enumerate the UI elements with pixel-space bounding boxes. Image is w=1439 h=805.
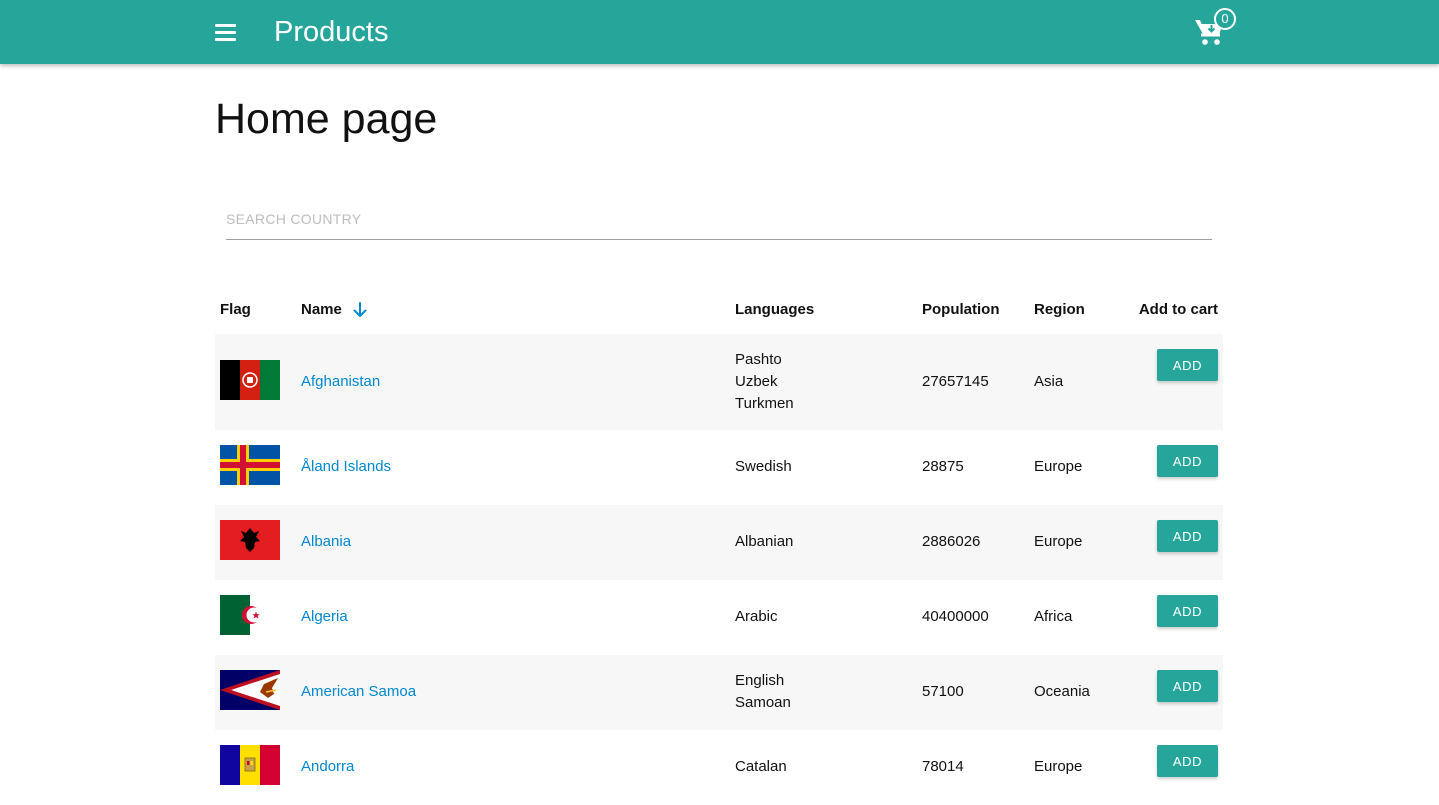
languages-cell: Catalan (735, 756, 787, 778)
table-row: American Samoa English Samoan 57100 Ocea… (215, 655, 1223, 730)
app-title: Products (274, 16, 389, 48)
table-row: Afghanistan Pashto Uzbek Turkmen 2765714… (215, 334, 1223, 430)
population-cell: 28875 (922, 458, 964, 475)
population-cell: 57100 (922, 683, 964, 700)
hamburger-menu-icon[interactable] (212, 18, 240, 46)
header-add-to-cart: Add to cart (1138, 301, 1218, 318)
language-item: Arabic (735, 608, 778, 625)
language-item: Pashto (735, 351, 782, 368)
region-cell: Oceania (1034, 683, 1090, 700)
country-link[interactable]: American Samoa (301, 681, 416, 703)
table-body: Afghanistan Pashto Uzbek Turkmen 2765714… (215, 334, 1223, 805)
languages-cell: Albanian (735, 531, 793, 553)
header-languages: Languages (735, 301, 815, 318)
language-item: Catalan (735, 758, 787, 775)
afghanistan-flag-icon (220, 360, 280, 400)
language-item: Swedish (735, 458, 792, 475)
add-to-cart-button[interactable]: ADD (1157, 670, 1218, 702)
region-cell: Europe (1034, 758, 1083, 775)
languages-cell: Swedish (735, 456, 792, 478)
language-item: Samoan (735, 694, 791, 711)
table-header: Flag Name Languages Population Region Ad… (215, 284, 1223, 334)
languages-cell: English Samoan (735, 670, 791, 714)
language-item: Albanian (735, 533, 794, 550)
header-name[interactable]: Name (301, 300, 342, 320)
header-population: Population (922, 301, 1000, 318)
app-bar: Products 0 (0, 0, 1439, 64)
country-link[interactable]: Albania (301, 531, 351, 553)
header-flag: Flag (220, 301, 251, 318)
add-to-cart-button[interactable]: ADD (1157, 745, 1218, 777)
albania-flag-icon (220, 520, 280, 560)
add-to-cart-button[interactable]: ADD (1157, 520, 1218, 552)
table-row: Åland Islands Swedish 28875 Europe ADD (215, 430, 1223, 505)
population-cell: 40400000 (922, 608, 989, 625)
language-item: Turkmen (735, 395, 794, 412)
country-link[interactable]: Afghanistan (301, 371, 380, 393)
population-cell: 27657145 (922, 373, 989, 390)
add-to-cart-button[interactable]: ADD (1157, 445, 1218, 477)
region-cell: Europe (1034, 533, 1083, 550)
countries-table: Flag Name Languages Population Region Ad… (215, 284, 1223, 805)
languages-cell: Arabic (735, 606, 778, 628)
population-cell: 2886026 (922, 533, 981, 550)
population-cell: 78014 (922, 758, 964, 775)
country-link[interactable]: Andorra (301, 756, 354, 778)
region-cell: Asia (1034, 373, 1064, 390)
language-item: English (735, 672, 785, 689)
arrow-down-icon[interactable] (352, 301, 368, 319)
algeria-flag-icon (220, 595, 280, 635)
page-title: Home page (215, 95, 438, 143)
search-country-input[interactable] (226, 200, 1212, 238)
cart-count-badge: 0 (1214, 8, 1236, 30)
aland-islands-flag-icon (220, 445, 280, 485)
add-to-cart-button[interactable]: ADD (1157, 595, 1218, 627)
country-link[interactable]: Åland Islands (301, 456, 391, 478)
search-field (226, 200, 1212, 240)
table-row: Andorra Catalan 78014 Europe ADD (215, 730, 1223, 805)
country-link[interactable]: Algeria (301, 606, 348, 628)
table-row: Albania Albanian 2886026 Europe ADD (215, 505, 1223, 580)
american-samoa-flag-icon (220, 670, 280, 710)
andorra-flag-icon (220, 745, 280, 785)
region-cell: Europe (1034, 458, 1083, 475)
language-item: Uzbek (735, 373, 778, 390)
languages-cell: Pashto Uzbek Turkmen (735, 349, 794, 415)
header-region: Region (1034, 301, 1085, 318)
table-row: Algeria Arabic 40400000 Africa ADD (215, 580, 1223, 655)
region-cell: Africa (1034, 608, 1073, 625)
add-to-cart-button[interactable]: ADD (1157, 349, 1218, 381)
